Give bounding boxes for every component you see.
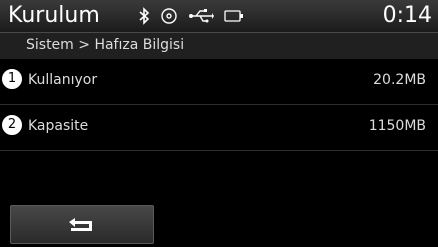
callout-marker: 1 xyxy=(2,69,22,89)
bluetooth-icon xyxy=(139,7,150,25)
app-title: Kurulum xyxy=(8,3,100,28)
screen: Kurulum 0:14 Sistem > Hafıza Bilgisi 1 K… xyxy=(0,0,438,247)
return-arrow-icon xyxy=(69,217,92,231)
memory-capacity-label: Kapasite xyxy=(28,118,89,134)
memory-capacity-row: 2 Kapasite 1150MB xyxy=(0,106,438,151)
disc-icon xyxy=(161,8,177,24)
battery-icon xyxy=(224,10,243,22)
memory-used-value: 20.2MB xyxy=(373,72,426,88)
back-button[interactable] xyxy=(10,205,154,244)
memory-used-row: 1 Kullanıyor 20.2MB xyxy=(0,60,438,105)
usb-icon xyxy=(189,9,214,23)
clock: 0:14 xyxy=(382,3,432,28)
memory-used-label: Kullanıyor xyxy=(28,72,98,88)
breadcrumb-text: Sistem > Hafıza Bilgisi xyxy=(26,37,185,53)
top-bar: Kurulum 0:14 xyxy=(0,0,438,33)
breadcrumb: Sistem > Hafıza Bilgisi xyxy=(0,33,438,59)
callout-marker: 2 xyxy=(2,115,22,135)
memory-capacity-value: 1150MB xyxy=(368,118,426,134)
status-icons xyxy=(138,6,244,26)
